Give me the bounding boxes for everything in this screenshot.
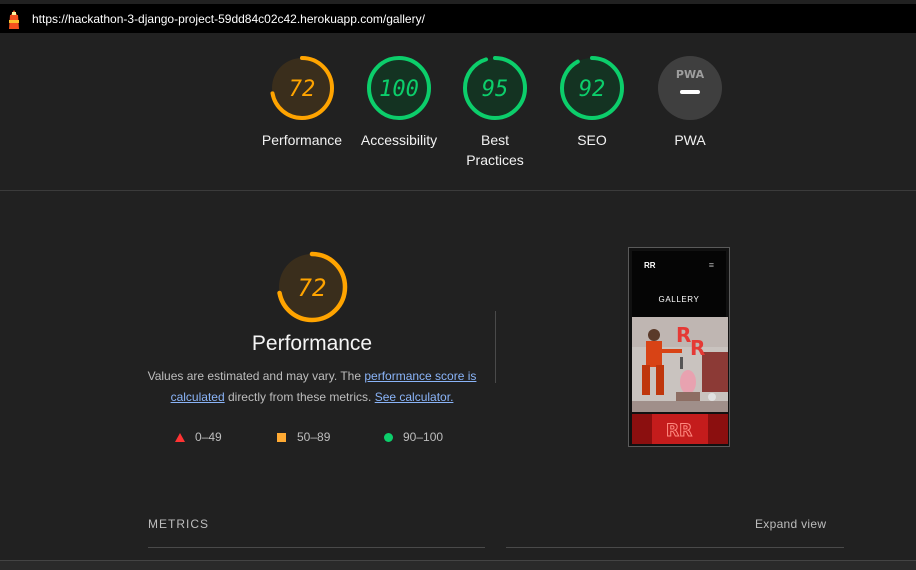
score-legend: 0–49 50–89 90–100 [175,430,475,448]
performance-section: 72 Performance Values are estimated and … [140,250,484,407]
gauge-performance-ring: 72 [270,56,334,120]
screenshot-title: GALLERY [658,295,700,304]
gauge-label: Accessibility [360,132,438,148]
gauge-seo[interactable]: 92 SEO [542,54,642,150]
gauge-best-practices-ring: 95 [463,56,527,120]
svg-text:RR: RR [666,421,692,441]
legend-fail: 0–49 [175,430,222,444]
hamburger-icon: ≡ [708,260,714,270]
svg-text:R: R [690,336,705,360]
see-calculator-link[interactable]: See calculator. [375,390,454,404]
section-divider [495,311,496,383]
url-bar: https://hackathon-3-django-project-59dd8… [0,4,916,33]
desc-mid: directly from these metrics. [224,389,375,404]
screenshot-brand: RR [644,261,656,270]
average-square-icon [277,432,286,442]
performance-score: 72 [298,274,327,302]
desc-prefix: Values are estimated and may vary. The [147,369,365,383]
header-divider [0,190,916,191]
metrics-heading: METRICS [148,517,209,531]
screenshot-second-image: RR [632,414,728,444]
expand-view-button[interactable]: Expand view [755,517,826,531]
legend-pass: 90–100 [384,430,443,444]
pwa-badge-icon: PWA [658,56,722,120]
legend-fail-label: 0–49 [195,430,222,444]
gauge-score: 72 [289,77,316,102]
page-screenshot: RR ≡ GALLERY R R RR [628,247,730,447]
gauge-accessibility-ring: 100 [367,56,431,120]
gauge-label: Performance [261,132,343,148]
legend-average: 50–89 [277,430,330,444]
legend-average-label: 50–89 [297,430,331,444]
gauge-seo-ring: 92 [560,56,624,120]
metrics-divider-left [148,547,485,548]
gauge-pwa[interactable]: PWA PWA [640,54,740,150]
gauge-performance[interactable]: 72 Performance [252,54,352,150]
gauge-score: 95 [482,77,509,102]
lighthouse-icon [9,9,19,29]
performance-description: Values are estimated and may vary. The p… [140,366,484,407]
pass-circle-icon [384,432,393,442]
performance-large-gauge: 72 [276,251,348,323]
fail-triangle-icon [175,432,185,442]
gauge-score: 100 [379,77,419,102]
gauge-label: SEO [577,132,607,148]
screenshot-header: RR ≡ GALLERY [632,251,726,317]
gauge-score: 92 [579,77,606,102]
screenshot-hero-image: R R [632,317,728,412]
category-gauges: 72 Performance 100 Accessibility 95 Best… [0,54,916,184]
gauge-label: Best Practices [466,132,524,168]
gauge-best-practices[interactable]: 95 Best Practices [445,54,545,170]
gauge-label: PWA [674,132,706,148]
legend-pass-label: 90–100 [403,430,444,444]
page-url: https://hackathon-3-django-project-59dd8… [32,11,425,26]
metrics-divider-right [506,547,844,548]
pwa-badge-text: PWA [676,68,705,81]
performance-title: Performance [251,332,373,355]
gauge-accessibility[interactable]: 100 Accessibility [349,54,449,150]
